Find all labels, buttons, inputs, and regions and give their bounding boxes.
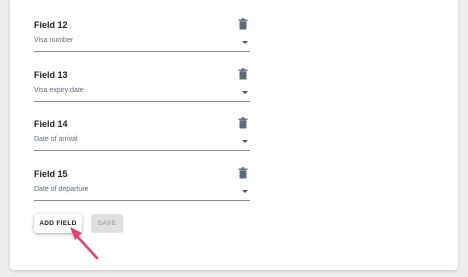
arrow-pointer-icon bbox=[70, 227, 99, 260]
